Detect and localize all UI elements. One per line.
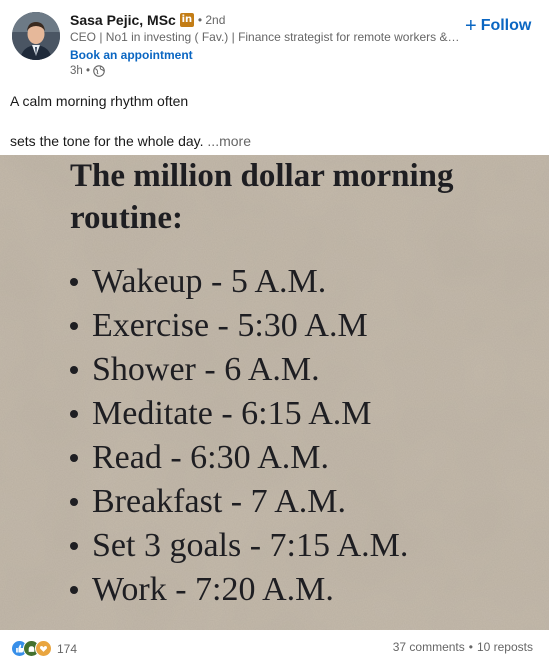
avatar-photo — [12, 12, 60, 60]
support-reaction-icon — [35, 640, 52, 657]
post-meta: 3h • — [70, 65, 105, 77]
bullet-icon — [70, 278, 78, 286]
routine-item: Work - 7:20 A.M. — [70, 568, 408, 612]
post-image[interactable]: The million dollar morning routine: Wake… — [0, 155, 549, 630]
author-headline: CEO | No1 in investing ( Fav.) | Finance… — [70, 30, 460, 44]
reaction-count: 174 — [57, 641, 78, 656]
routine-item: Meditate - 6:15 A.M — [70, 392, 408, 436]
routine-item: Shower - 6 A.M. — [70, 348, 408, 392]
routine-item: Set 3 goals - 7:15 A.M. — [70, 524, 408, 568]
routine-item-text: Shower - 6 A.M. — [92, 351, 320, 388]
routine-item-text: Set 3 goals - 7:15 A.M. — [92, 527, 409, 564]
connection-degree: • 2nd — [197, 13, 226, 27]
routine-item-text: Read - 6:30 A.M. — [92, 439, 330, 476]
routine-item: Breakfast - 7 A.M. — [70, 480, 408, 524]
bullet-icon — [70, 454, 78, 462]
image-title-line-2: routine: — [70, 200, 184, 236]
bullet-icon — [70, 366, 78, 374]
reposts-count[interactable]: 10 reposts — [477, 640, 533, 654]
post-time: 3h • — [70, 65, 91, 77]
image-title-line-1: The million dollar morning — [70, 158, 454, 194]
post-text-line-1: A calm morning rhythm often — [10, 93, 189, 109]
avatar[interactable] — [12, 12, 60, 60]
post-text-line-2: sets the tone for the whole day. ...more — [10, 131, 545, 151]
post-text-line-2-content: sets the tone for the whole day. — [10, 133, 204, 149]
bullet-icon — [70, 542, 78, 550]
post-header: Sasa Pejic, MSc in • 2nd CEO | No1 in in… — [0, 0, 555, 85]
plus-icon: + — [465, 15, 477, 37]
engagement-stats: 37 comments • 10 reposts — [393, 640, 533, 654]
image-title: The million dollar morning routine: — [70, 155, 454, 239]
bullet-icon — [70, 498, 78, 506]
stats-separator: • — [468, 640, 473, 654]
routine-item-text: Meditate - 6:15 A.M — [92, 395, 372, 432]
author-name[interactable]: Sasa Pejic, MSc — [70, 12, 176, 28]
author-line: Sasa Pejic, MSc in • 2nd — [70, 12, 225, 28]
post-footer: 174 37 comments • 10 reposts — [0, 630, 555, 671]
bullet-icon — [70, 322, 78, 330]
routine-item-text: Exercise - 5:30 A.M — [92, 307, 368, 344]
routine-item: Wakeup - 5 A.M. — [70, 260, 408, 304]
routine-item-text: Work - 7:20 A.M. — [92, 571, 334, 608]
routine-item-text: Breakfast - 7 A.M. — [92, 483, 347, 520]
bullet-icon — [70, 410, 78, 418]
comments-count[interactable]: 37 comments — [393, 640, 465, 654]
globe-icon — [93, 65, 105, 77]
routine-list: Wakeup - 5 A.M. Exercise - 5:30 A.M Shower… — [70, 260, 408, 612]
book-appointment-link[interactable]: Book an appointment — [70, 48, 193, 62]
see-more-link[interactable]: ...more — [207, 133, 251, 149]
routine-item: Exercise - 5:30 A.M — [70, 304, 408, 348]
reactions-summary[interactable]: 174 — [11, 640, 77, 657]
routine-item: Read - 6:30 A.M. — [70, 436, 408, 480]
linkedin-premium-icon: in — [179, 13, 194, 27]
follow-label: Follow — [480, 17, 532, 34]
follow-button[interactable]: + Follow — [465, 16, 531, 36]
routine-item-text: Wakeup - 5 A.M. — [92, 263, 327, 300]
bullet-icon — [70, 586, 78, 594]
post-text: A calm morning rhythm often sets the ton… — [10, 91, 545, 151]
